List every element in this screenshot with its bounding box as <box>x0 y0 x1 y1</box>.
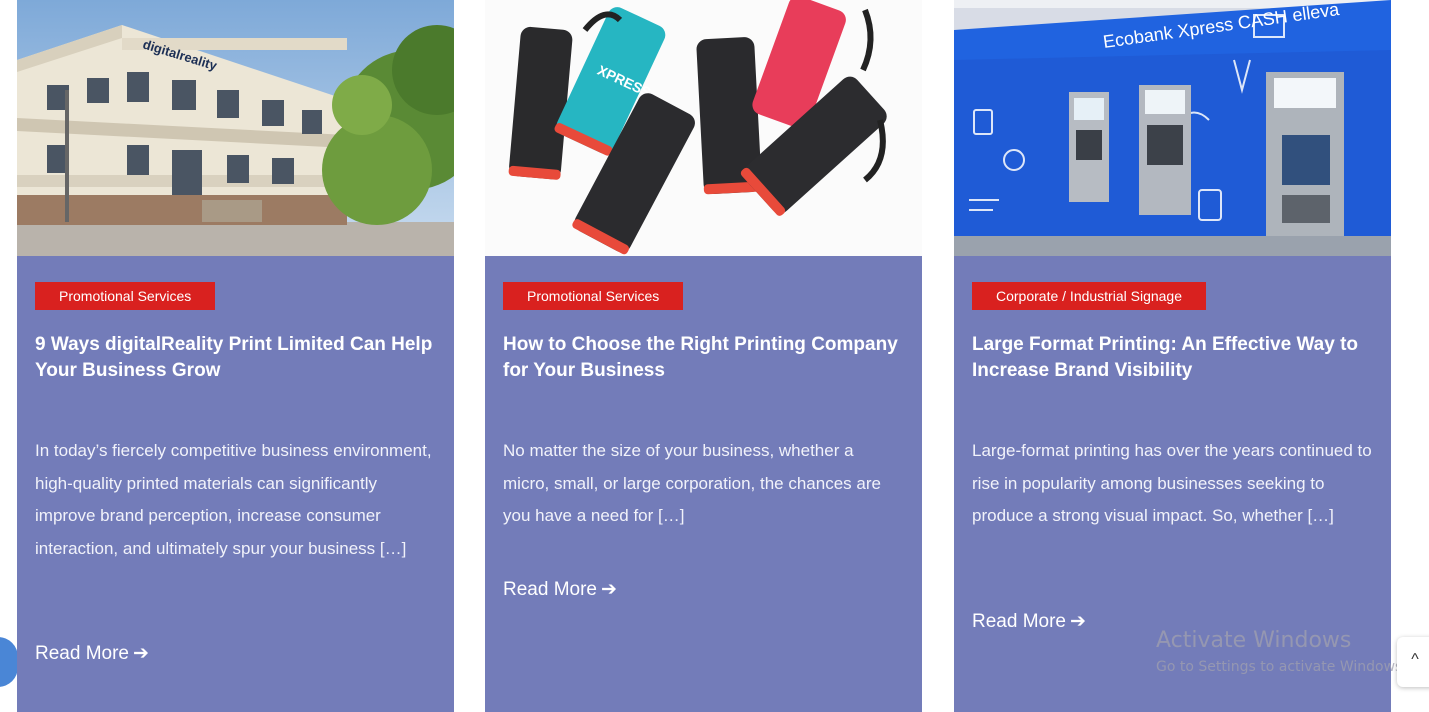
post-card-3: Ecobank Xpress CASH elleva Corporate / I… <box>954 0 1391 712</box>
post-title[interactable]: 9 Ways digitalReality Print Limited Can … <box>35 332 440 384</box>
post-excerpt: Large-format printing has over the years… <box>972 441 1372 525</box>
watermark-subtitle: Go to Settings to activate Windows. <box>1156 659 1407 675</box>
scroll-top-button[interactable]: ^ <box>1397 637 1429 687</box>
category-tag[interactable]: Promotional Services <box>35 282 216 310</box>
chat-button[interactable] <box>0 637 18 687</box>
arrow-right-icon: ➔ <box>133 643 149 664</box>
read-more-label: Read More <box>503 579 597 600</box>
post-title[interactable]: How to Choose the Right Printing Company… <box>503 332 908 384</box>
post-image-building[interactable]: digitalreality <box>17 0 454 256</box>
chevron-up-icon: ^ <box>1411 651 1419 668</box>
read-more-label: Read More <box>35 643 129 664</box>
category-tag[interactable]: Promotional Services <box>503 282 684 310</box>
category-tag[interactable]: Corporate / Industrial Signage <box>972 282 1206 310</box>
read-more-link[interactable]: Read More ➔ <box>972 609 1086 635</box>
arrow-right-icon: ➔ <box>1070 611 1086 632</box>
post-image-tumblers[interactable]: XPRESS <box>485 0 922 256</box>
read-more-link[interactable]: Read More ➔ <box>35 641 149 667</box>
post-excerpt: No matter the size of your business, whe… <box>503 441 881 525</box>
post-title[interactable]: Large Format Printing: An Effective Way … <box>972 332 1377 384</box>
post-image-atm-wall[interactable]: Ecobank Xpress CASH elleva <box>954 0 1391 256</box>
windows-activation-watermark: Activate Windows Go to Settings to activ… <box>1156 626 1407 678</box>
arrow-right-icon: ➔ <box>601 579 617 600</box>
post-excerpt: In today’s fiercely competitive business… <box>35 441 432 558</box>
watermark-title: Activate Windows <box>1156 628 1352 653</box>
post-card-2: XPRESS Promotional Services How to Choos… <box>485 0 922 712</box>
read-more-label: Read More <box>972 611 1066 632</box>
read-more-link[interactable]: Read More ➔ <box>503 577 617 603</box>
post-card-1: digitalreality Promotional Services 9 Wa… <box>17 0 454 712</box>
